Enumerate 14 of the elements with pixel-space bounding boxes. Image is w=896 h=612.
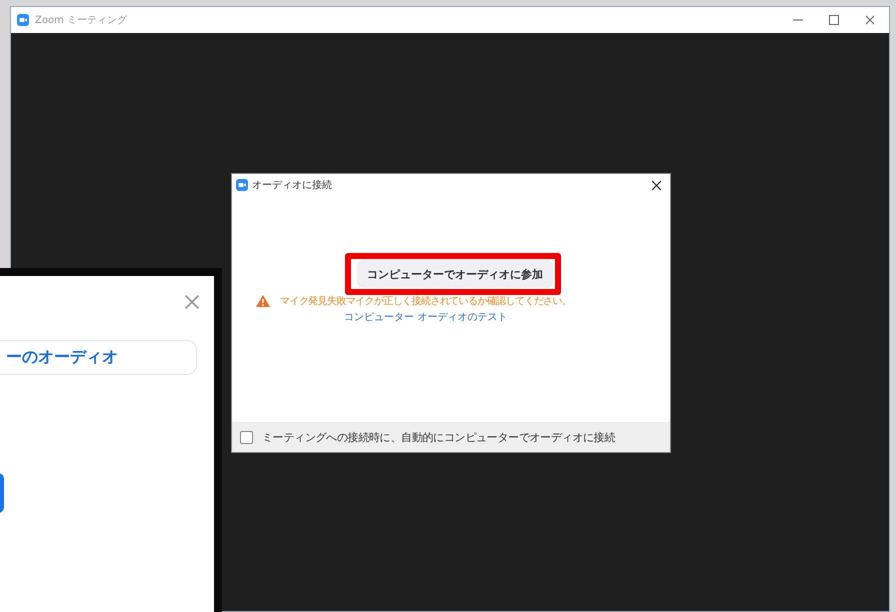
window-title: Zoom ミーティング: [35, 14, 128, 27]
join-audio-button[interactable]: コンピューターでオーディオに参加: [357, 260, 553, 288]
close-icon[interactable]: [651, 180, 662, 190]
warning-message: マイク発見失敗マイクが正しく接続されているか確認してください。: [280, 294, 572, 308]
audio-option-button[interactable]: ーのオーディオ: [0, 340, 197, 375]
maximize-icon[interactable]: [829, 15, 839, 25]
audio-test-link[interactable]: コンピューター オーディオのテスト: [344, 310, 508, 324]
camera-logo-icon: [17, 14, 29, 26]
camera-logo-icon: [236, 179, 248, 191]
checkbox-label: ミーティングへの接続時に、自動的にコンピューターでオーディオに接続: [262, 430, 616, 444]
dialog-title: オーディオに接続: [252, 178, 333, 192]
checkbox[interactable]: [240, 430, 253, 444]
warning-icon: [256, 295, 270, 307]
close-icon[interactable]: [865, 15, 875, 25]
